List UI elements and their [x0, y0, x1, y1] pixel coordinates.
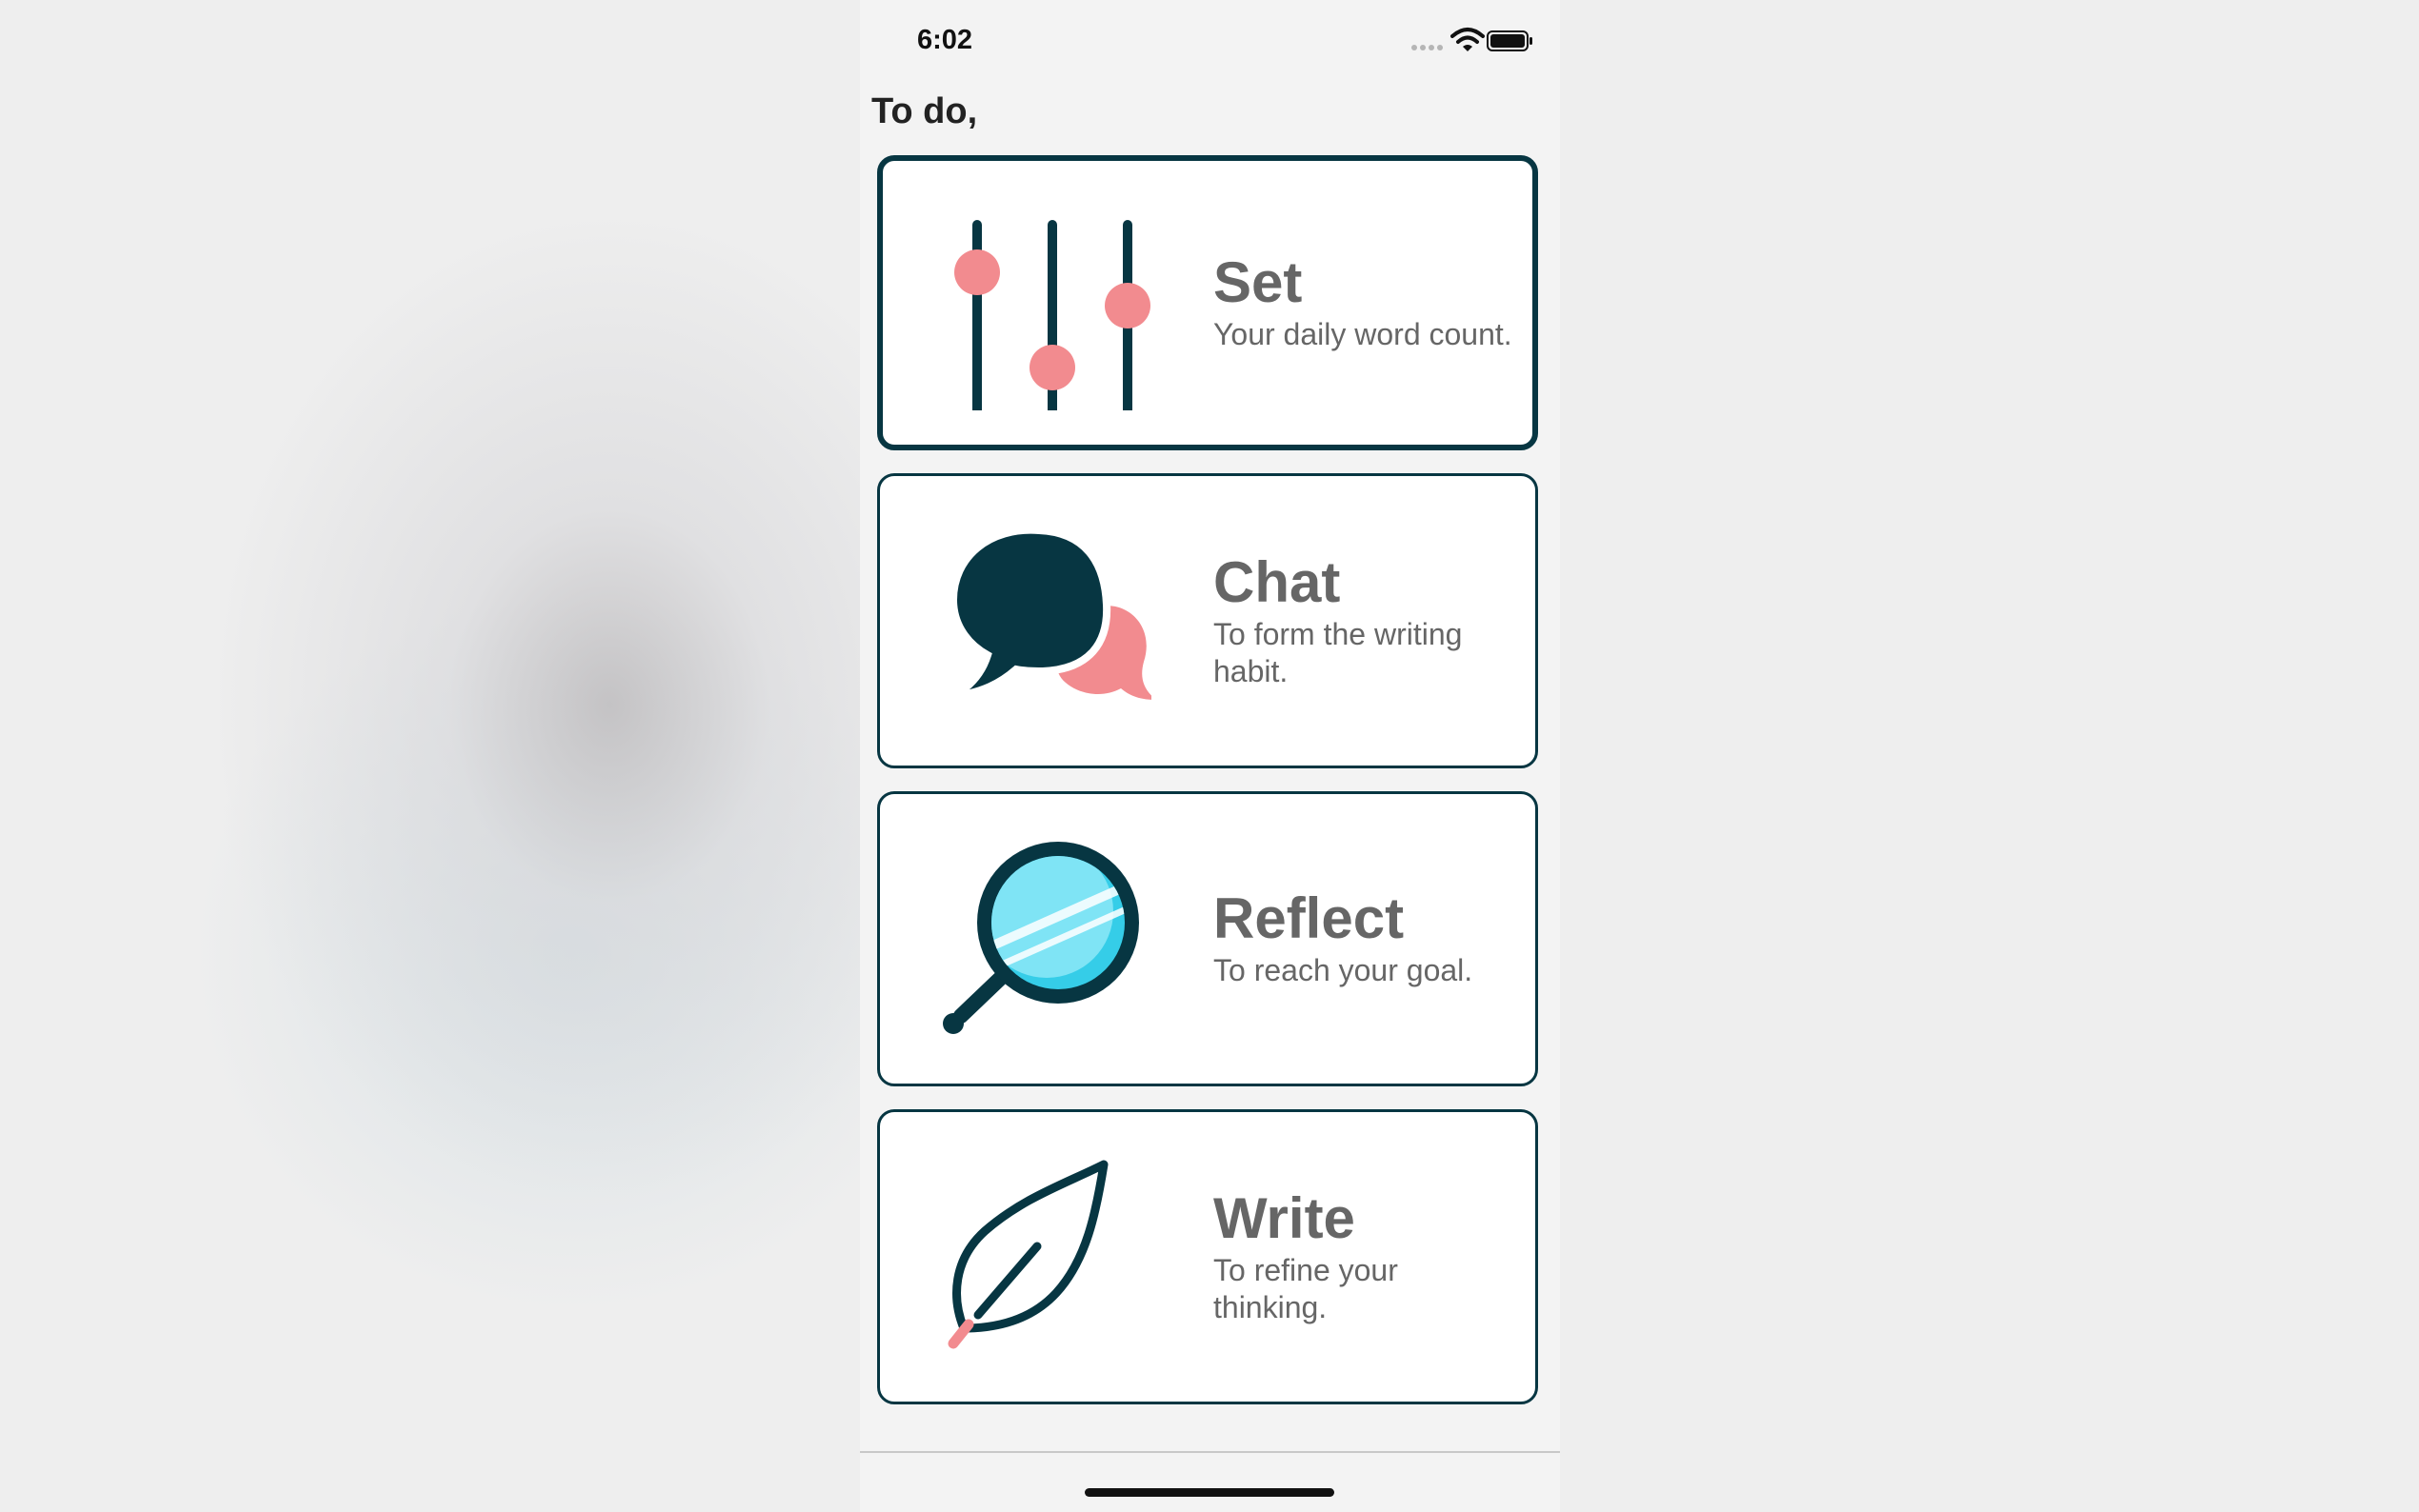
phone-screen: 6:02 To do, Set Your daily word count. C… — [860, 0, 1560, 1512]
battery-icon — [1487, 30, 1532, 51]
card-reflect-text: Reflect To reach your goal. — [1213, 794, 1518, 1084]
chat-bubbles-icon — [949, 526, 1151, 700]
tab-bar-divider — [860, 1451, 1560, 1453]
card-subtitle: To refine your thinking. — [1213, 1253, 1398, 1324]
card-write-text: Write To refine your thinking. — [1213, 1112, 1518, 1402]
card-set[interactable]: Set Your daily word count. — [877, 155, 1538, 450]
card-write[interactable]: Write To refine your thinking. — [877, 1109, 1538, 1404]
card-reflect[interactable]: Reflect To reach your goal. — [877, 791, 1538, 1086]
card-title: Set — [1213, 250, 1303, 315]
card-title: Reflect — [1213, 886, 1405, 951]
home-indicator[interactable] — [1085, 1488, 1334, 1497]
hand-mirror-icon — [943, 842, 1139, 1034]
card-subtitle: Your daily word count. — [1213, 317, 1512, 352]
status-bar: 6:02 — [860, 0, 1560, 86]
status-time: 6:02 — [917, 25, 973, 55]
card-title: Write — [1213, 1186, 1355, 1251]
card-title: Chat — [1213, 550, 1341, 615]
card-chat-text: Chat To form the writing habit. — [1213, 476, 1518, 766]
card-subtitle: To reach your goal. — [1213, 953, 1473, 988]
card-subtitle: To form the writing habit. — [1213, 617, 1463, 688]
feather-quill-icon — [948, 1160, 1109, 1349]
signal-dots-icon — [1411, 45, 1443, 50]
sliders-icon — [954, 220, 1150, 410]
wifi-icon — [1450, 28, 1485, 51]
page-title: To do, — [871, 91, 978, 131]
card-chat[interactable]: Chat To form the writing habit. — [877, 473, 1538, 768]
card-set-text: Set Your daily word count. — [1213, 161, 1518, 445]
